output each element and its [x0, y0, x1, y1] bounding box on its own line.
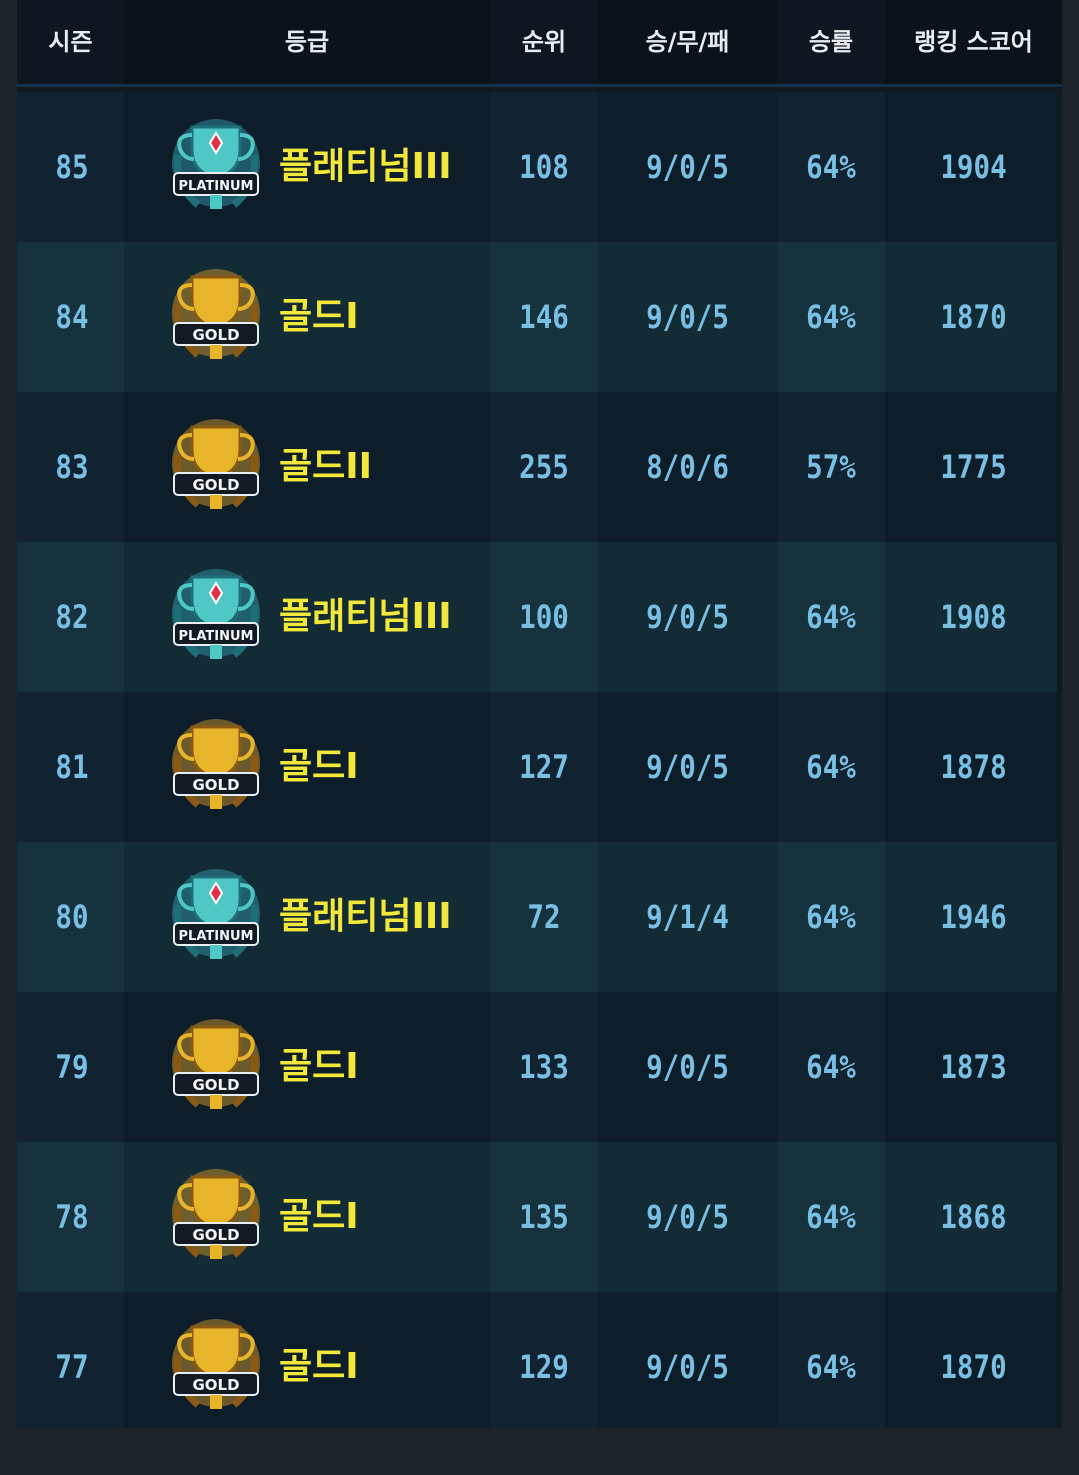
- header-rank: 순위: [521, 28, 567, 56]
- rank-cell: 72: [527, 898, 561, 936]
- win-rate-cell: 64%: [806, 1198, 856, 1236]
- emblem-label: PLATINUM: [179, 629, 254, 644]
- rank-cell: 129: [519, 1348, 569, 1386]
- table-row[interactable]: 83 255 8/0/6 57% 1775 GOLD 골드II: [17, 392, 1057, 542]
- rank-cell: 135: [519, 1198, 569, 1236]
- header-win-rate: 승률: [808, 28, 854, 56]
- grade-label: 골드I: [279, 1046, 359, 1087]
- emblem-label: GOLD: [192, 1226, 239, 1244]
- gold-trophy-icon: GOLD: [172, 719, 260, 809]
- score-cell: 1870: [940, 1348, 1007, 1386]
- record-cell: 9/0/5: [646, 1048, 729, 1086]
- table-header: 시즌 등급 순위 승/무/패 승률 랭킹 스코어: [17, 0, 1062, 87]
- score-cell: 1908: [940, 598, 1007, 636]
- gold-trophy-icon: GOLD: [172, 1319, 260, 1409]
- table-row[interactable]: 85 108 9/0/5 64% 1904 PLATINUM 플래티넘III: [17, 92, 1057, 242]
- season-cell: 78: [55, 1198, 89, 1236]
- season-cell: 83: [55, 448, 89, 486]
- season-cell: 82: [55, 598, 89, 636]
- header-season: 시즌: [48, 28, 93, 56]
- win-rate-cell: 64%: [806, 298, 856, 336]
- win-rate-cell: 64%: [806, 1348, 856, 1386]
- platinum-trophy-icon: PLATINUM: [172, 569, 260, 659]
- gold-trophy-icon: GOLD: [172, 1169, 260, 1259]
- header-score: 랭킹 스코어: [885, 0, 1062, 84]
- record-cell: 9/0/5: [646, 148, 729, 186]
- emblem-label: GOLD: [192, 776, 239, 794]
- platinum-trophy-icon: PLATINUM: [172, 119, 260, 209]
- rank-cell: 100: [519, 598, 569, 636]
- record-cell: 9/0/5: [646, 1348, 729, 1386]
- table-row[interactable]: 82 100 9/0/5 64% 1908 PLATINUM 플래티넘III: [17, 542, 1057, 692]
- table-row[interactable]: 80 72 9/1/4 64% 1946 PLATINUM 플래티넘III: [17, 842, 1057, 992]
- gold-trophy-icon: GOLD: [172, 269, 260, 359]
- record-cell: 9/0/5: [646, 598, 729, 636]
- season-cell: 85: [55, 148, 89, 186]
- header-grade: 등급: [124, 0, 490, 84]
- grade-label: 플래티넘III: [279, 896, 452, 937]
- win-rate-cell: 64%: [806, 148, 856, 186]
- gold-trophy-icon: GOLD: [172, 1019, 260, 1109]
- season-cell: 80: [55, 898, 89, 936]
- emblem-label: PLATINUM: [179, 179, 254, 194]
- grade-label: 골드I: [279, 296, 359, 337]
- season-cell: 81: [55, 748, 89, 786]
- grade-label: 플래티넘III: [279, 146, 452, 187]
- grade-label: 플래티넘III: [279, 596, 452, 637]
- win-rate-cell: 64%: [806, 1048, 856, 1086]
- score-cell: 1878: [940, 748, 1007, 786]
- table-row[interactable]: 77 129 9/0/5 64% 1870 GOLD 골드I: [17, 1292, 1057, 1428]
- win-rate-cell: 64%: [806, 748, 856, 786]
- rank-cell: 146: [519, 298, 569, 336]
- win-rate-cell: 64%: [806, 598, 856, 636]
- win-rate-cell: 64%: [806, 898, 856, 936]
- grade-label: 골드I: [279, 1196, 359, 1237]
- record-cell: 9/0/5: [646, 298, 729, 336]
- season-cell: 84: [55, 298, 89, 336]
- emblem-label: PLATINUM: [179, 929, 254, 944]
- win-rate-cell: 57%: [806, 448, 856, 486]
- record-cell: 8/0/6: [646, 448, 729, 486]
- score-cell: 1868: [940, 1198, 1007, 1236]
- table-row[interactable]: 81 127 9/0/5 64% 1878 GOLD 골드I: [17, 692, 1057, 842]
- grade-label: 골드I: [279, 1346, 359, 1387]
- score-cell: 1946: [940, 898, 1007, 936]
- emblem-label: GOLD: [192, 326, 239, 344]
- season-history-table: 시즌 등급 순위 승/무/패 승률 랭킹 스코어 85 108 9/0/5 64% 19…: [17, 0, 1062, 1428]
- season-cell: 77: [55, 1348, 89, 1386]
- grade-label: 골드I: [279, 746, 359, 787]
- emblem-label: GOLD: [192, 1376, 239, 1394]
- emblem-label: GOLD: [192, 476, 239, 494]
- grade-label: 골드II: [279, 446, 373, 487]
- platinum-trophy-icon: PLATINUM: [172, 869, 260, 959]
- rank-cell: 108: [519, 148, 569, 186]
- record-cell: 9/0/5: [646, 1198, 729, 1236]
- gold-trophy-icon: GOLD: [172, 419, 260, 509]
- record-cell: 9/1/4: [646, 898, 729, 936]
- table-row[interactable]: 79 133 9/0/5 64% 1873 GOLD 골드I: [17, 992, 1057, 1142]
- season-cell: 79: [55, 1048, 89, 1086]
- table-row[interactable]: 84 146 9/0/5 64% 1870 GOLD 골드I: [17, 242, 1057, 392]
- table-row[interactable]: 78 135 9/0/5 64% 1868 GOLD 골드I: [17, 1142, 1057, 1292]
- rank-cell: 133: [519, 1048, 569, 1086]
- score-cell: 1904: [940, 148, 1007, 186]
- score-cell: 1873: [940, 1048, 1007, 1086]
- header-record: 승/무/패: [598, 0, 777, 84]
- rank-cell: 255: [519, 448, 569, 486]
- record-cell: 9/0/5: [646, 748, 729, 786]
- score-cell: 1870: [940, 298, 1007, 336]
- score-cell: 1775: [940, 448, 1007, 486]
- rank-cell: 127: [519, 748, 569, 786]
- emblem-label: GOLD: [192, 1076, 239, 1094]
